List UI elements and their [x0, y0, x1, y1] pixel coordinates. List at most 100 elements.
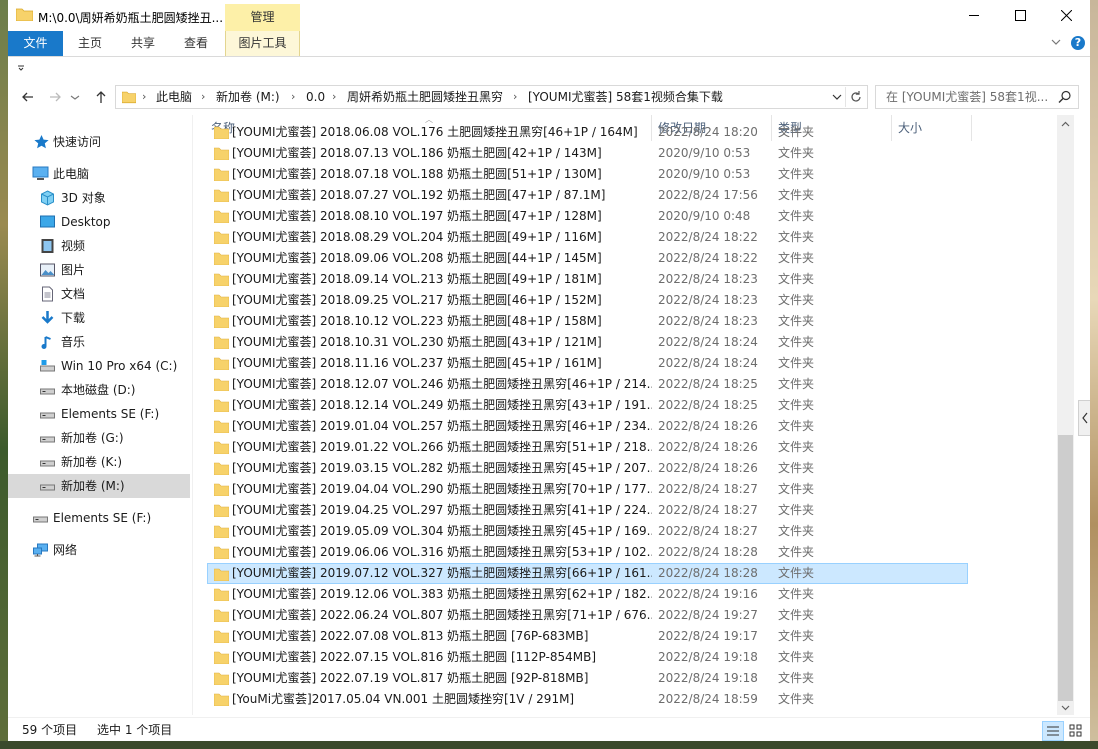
file-type: 文件夹 [778, 587, 815, 601]
file-row[interactable]: [YOUMI尤蜜荟] 2018.08.10 VOL.197 奶瓶土肥圆[47+1… [208, 206, 968, 227]
nav-item-music[interactable]: 音乐 [8, 330, 190, 354]
column-divider[interactable] [971, 115, 972, 141]
file-row[interactable]: [YOUMI尤蜜荟] 2018.06.08 VOL.176 土肥圆矮挫丑黑穷[4… [208, 122, 968, 143]
file-row[interactable]: [YOUMI尤蜜荟] 2019.04.04 VOL.290 奶瓶土肥圆矮挫丑黑穷… [208, 479, 968, 500]
file-row[interactable]: [YOUMI尤蜜荟] 2018.07.13 VOL.186 奶瓶土肥圆[42+1… [208, 143, 968, 164]
vertical-scrollbar[interactable] [1057, 115, 1074, 715]
file-row[interactable]: [YOUMI尤蜜荟] 2019.05.09 VOL.304 奶瓶土肥圆矮挫丑黑穷… [208, 521, 968, 542]
nav-item-documents[interactable]: 文档 [8, 282, 190, 306]
nav-item-desktop[interactable]: Desktop [8, 210, 190, 234]
nav-item-drive-f[interactable]: Elements SE (F:) [8, 402, 190, 426]
file-row[interactable]: [YOUMI尤蜜荟] 2018.07.27 VOL.192 奶瓶土肥圆[47+1… [208, 185, 968, 206]
file-row[interactable]: [YOUMI尤蜜荟] 2019.04.25 VOL.297 奶瓶土肥圆矮挫丑黑穷… [208, 500, 968, 521]
tab-picture-tools[interactable]: 图片工具 [225, 31, 300, 56]
folder-icon [214, 378, 229, 391]
scroll-thumb[interactable] [1058, 435, 1073, 701]
file-row[interactable]: [YOUMI尤蜜荟] 2022.07.15 VOL.816 奶瓶土肥圆 [112… [208, 647, 968, 668]
up-button[interactable] [91, 87, 111, 107]
scroll-down-icon[interactable] [1057, 701, 1074, 715]
nav-item-drive-k[interactable]: 新加卷 (K:) [8, 450, 190, 474]
file-name: [YOUMI尤蜜荟] 2018.09.06 VOL.208 奶瓶土肥圆[44+1… [232, 251, 602, 265]
file-row[interactable]: [YOUMI尤蜜荟] 2019.01.22 VOL.266 奶瓶土肥圆矮挫丑黑穷… [208, 437, 968, 458]
maximize-icon [1015, 10, 1026, 21]
breadcrumb-separator[interactable]: › [291, 86, 295, 108]
customize-toolbar-icon[interactable] [17, 64, 25, 72]
nav-item-drive-c[interactable]: Win 10 Pro x64 (C:) [8, 354, 190, 378]
file-name: [YOUMI尤蜜荟] 2022.07.15 VOL.816 奶瓶土肥圆 [112… [232, 650, 597, 664]
file-row[interactable]: [YouMi尤蜜荟]2017.05.04 VN.001 土肥圆矮挫穷[1V / … [208, 689, 968, 710]
folder-icon [122, 91, 136, 104]
file-row[interactable]: [YOUMI尤蜜荟] 2018.08.29 VOL.204 奶瓶土肥圆[49+1… [208, 227, 968, 248]
file-row[interactable]: [YOUMI尤蜜荟] 2018.07.18 VOL.188 奶瓶土肥圆[51+1… [208, 164, 968, 185]
nav-item-elements-se[interactable]: Elements SE (F:) [8, 506, 190, 530]
address-history-icon[interactable] [831, 90, 843, 104]
tab-home[interactable]: 主页 [70, 31, 110, 56]
file-name: [YOUMI尤蜜荟] 2019.12.06 VOL.383 奶瓶土肥圆矮挫丑黑穷… [232, 587, 652, 601]
nav-label: Desktop [61, 215, 111, 229]
close-button[interactable] [1044, 0, 1090, 31]
nav-item-videos[interactable]: 视频 [8, 234, 190, 258]
file-row[interactable]: [YOUMI尤蜜荟] 2022.07.08 VOL.813 奶瓶土肥圆 [76P… [208, 626, 968, 647]
file-row[interactable]: [YOUMI尤蜜荟] 2022.07.19 VOL.817 奶瓶土肥圆 [92P… [208, 668, 968, 689]
breadcrumb-separator[interactable]: › [142, 86, 146, 108]
tab-share[interactable]: 共享 [123, 31, 163, 56]
breadcrumb-folder-00[interactable]: 0.0 [306, 86, 325, 108]
refresh-button[interactable] [845, 87, 866, 107]
file-row[interactable]: [YOUMI尤蜜荟] 2019.07.12 VOL.327 奶瓶土肥圆矮挫丑黑穷… [207, 563, 968, 584]
tab-manage[interactable]: 管理 [225, 4, 300, 31]
address-bar[interactable]: › 此电脑 › 新加卷 (M:) › 0.0 › 周妍希奶瓶土肥圆矮挫丑黑穷 ›… [115, 85, 868, 109]
breadcrumb-separator[interactable]: › [201, 86, 205, 108]
help-icon[interactable]: ? [1071, 36, 1085, 50]
search-input[interactable]: 在 [YOUMI尤蜜荟] 58套1视... [875, 85, 1079, 109]
file-name: [YOUMI尤蜜荟] 2018.09.25 VOL.217 奶瓶土肥圆[46+1… [232, 293, 602, 307]
file-row[interactable]: [YOUMI尤蜜荟] 2018.10.12 VOL.223 奶瓶土肥圆[48+1… [208, 311, 968, 332]
breadcrumb-separator[interactable]: › [332, 86, 336, 108]
breadcrumb-current-folder[interactable]: [YOUMI尤蜜荟] 58套1视频合集下载 [528, 86, 723, 108]
file-row[interactable]: [YOUMI尤蜜荟] 2018.09.06 VOL.208 奶瓶土肥圆[44+1… [208, 248, 968, 269]
nav-item-this-pc[interactable]: 此电脑 [8, 162, 190, 186]
maximize-button[interactable] [998, 0, 1044, 31]
file-row[interactable]: [YOUMI尤蜜荟] 2019.01.04 VOL.257 奶瓶土肥圆矮挫丑黑穷… [208, 416, 968, 437]
file-row[interactable]: [YOUMI尤蜜荟] 2018.09.14 VOL.213 奶瓶土肥圆[49+1… [208, 269, 968, 290]
forward-button[interactable] [45, 87, 65, 107]
file-row[interactable]: [YOUMI尤蜜荟] 2019.12.06 VOL.383 奶瓶土肥圆矮挫丑黑穷… [208, 584, 968, 605]
file-row[interactable]: [YOUMI尤蜜荟] 2018.09.25 VOL.217 奶瓶土肥圆[46+1… [208, 290, 968, 311]
file-row[interactable]: [YOUMI尤蜜荟] 2018.12.14 VOL.249 奶瓶土肥圆矮挫丑黑穷… [208, 395, 968, 416]
file-row[interactable]: [YOUMI尤蜜荟] 2018.11.16 VOL.237 奶瓶土肥圆[45+1… [208, 353, 968, 374]
file-name: [YOUMI尤蜜荟] 2018.12.14 VOL.249 奶瓶土肥圆矮挫丑黑穷… [232, 398, 652, 412]
file-name: [YOUMI尤蜜荟] 2022.07.08 VOL.813 奶瓶土肥圆 [76P… [232, 629, 589, 643]
details-view-button[interactable] [1042, 721, 1064, 741]
breadcrumb-separator[interactable]: › [513, 86, 517, 108]
music-icon [41, 336, 51, 349]
tab-view[interactable]: 查看 [176, 31, 216, 56]
folder-icon [214, 294, 229, 307]
large-icons-view-button[interactable] [1066, 721, 1086, 739]
tab-file[interactable]: 文件 [8, 31, 63, 56]
breadcrumb-drive-m[interactable]: 新加卷 (M:) [216, 86, 280, 108]
nav-item-drive-d[interactable]: 本地磁盘 (D:) [8, 378, 190, 402]
minimize-button[interactable] [952, 0, 998, 31]
nav-item-quick-access[interactable]: 快速访问 [8, 130, 190, 154]
nav-item-drive-g[interactable]: 新加卷 (G:) [8, 426, 190, 450]
scroll-up-icon[interactable] [1057, 117, 1074, 131]
chevron-down-icon[interactable] [1050, 36, 1062, 48]
file-row[interactable]: [YOUMI尤蜜荟] 2019.03.15 VOL.282 奶瓶土肥圆矮挫丑黑穷… [208, 458, 968, 479]
file-row[interactable]: [YOUMI尤蜜荟] 2019.06.06 VOL.316 奶瓶土肥圆矮挫丑黑穷… [208, 542, 968, 563]
file-row[interactable]: [YOUMI尤蜜荟] 2018.12.07 VOL.246 奶瓶土肥圆矮挫丑黑穷… [208, 374, 968, 395]
recent-locations-button[interactable] [69, 87, 81, 107]
title-bar[interactable]: M:\0.0\周妍希奶瓶土肥圆矮挫丑... 管理 [8, 0, 1090, 31]
nav-item-pictures[interactable]: 图片 [8, 258, 190, 282]
breadcrumb-this-pc[interactable]: 此电脑 [156, 86, 192, 108]
preview-pane-toggle[interactable] [1078, 400, 1090, 436]
back-button[interactable] [18, 87, 38, 107]
nav-item-3d-objects[interactable]: 3D 对象 [8, 186, 190, 210]
nav-item-network[interactable]: 网络 [8, 538, 190, 562]
breadcrumb-folder-parent[interactable]: 周妍希奶瓶土肥圆矮挫丑黑穷 [347, 86, 503, 108]
nav-label: 新加卷 (G:) [61, 431, 124, 445]
nav-item-downloads[interactable]: 下载 [8, 306, 190, 330]
nav-item-drive-m[interactable]: 新加卷 (M:) [8, 474, 190, 498]
file-name: [YOUMI尤蜜荟] 2019.03.15 VOL.282 奶瓶土肥圆矮挫丑黑穷… [232, 461, 652, 475]
file-list: ︿ 名称 修改日期 类型 大小 [YOUMI尤蜜荟] 2018.06.08 VO… [193, 115, 1072, 715]
file-row[interactable]: [YOUMI尤蜜荟] 2018.10.31 VOL.230 奶瓶土肥圆[43+1… [208, 332, 968, 353]
file-row[interactable]: [YOUMI尤蜜荟] 2022.06.24 VOL.807 奶瓶土肥圆矮挫丑黑穷… [208, 605, 968, 626]
